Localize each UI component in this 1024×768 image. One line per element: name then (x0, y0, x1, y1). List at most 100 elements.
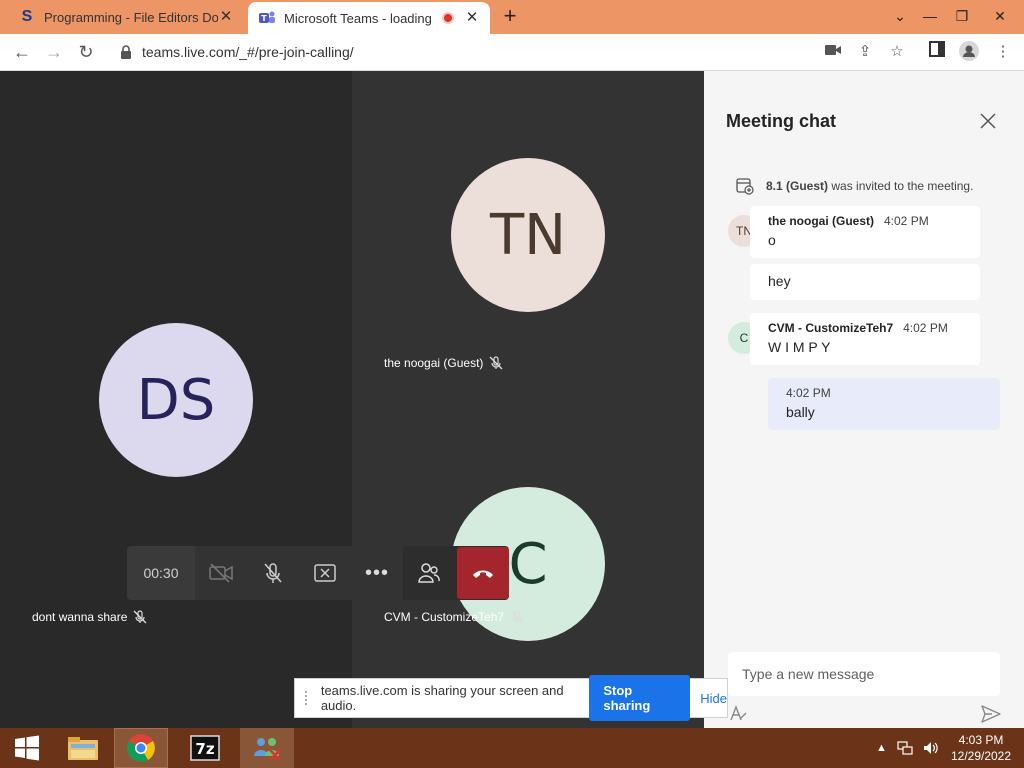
participant-name: dont wanna share (32, 610, 147, 624)
message-text: bally (786, 404, 815, 420)
chrome-button[interactable] (114, 728, 168, 768)
mic-off-icon (510, 610, 524, 624)
network-app-button[interactable] (240, 728, 294, 768)
svg-text:7z: 7z (195, 740, 214, 758)
7zip-icon: 7z (190, 735, 220, 761)
network-people-icon (254, 738, 281, 761)
participants-button[interactable] (403, 546, 455, 600)
format-icon[interactable] (728, 703, 748, 723)
lock-icon (121, 45, 131, 59)
message-input[interactable]: Type a new message (728, 652, 1000, 696)
share-screen-button[interactable] (299, 546, 351, 600)
message-time: 4:02 PM (786, 386, 831, 400)
message-meta: CVM - CustomizeTeh7 4:02 PM (768, 321, 962, 335)
message-text: o (768, 232, 776, 248)
chat-title: Meeting chat (726, 111, 837, 131)
reload-button[interactable]: ↻ (74, 40, 98, 64)
stop-sharing-button[interactable]: Stop sharing (589, 675, 691, 721)
message-time: 4:02 PM (903, 321, 948, 335)
mic-off-icon (264, 563, 282, 583)
chat-message: CVM - CustomizeTeh7 4:02 PM W I M P Y (750, 313, 980, 365)
participant-tile: DS dont wanna share (0, 71, 352, 728)
site-favicon-s: S (21, 8, 33, 25)
browser-toolbar: ← → ↻ teams.live.com/_#/pre-join-calling… (0, 34, 1024, 71)
participant-name: CVM - CustomizeTeh7 (384, 610, 524, 624)
phone-hangup-icon (473, 570, 493, 578)
windows-logo-icon (15, 735, 39, 761)
calendar-add-icon (736, 178, 754, 195)
7zip-button[interactable]: 7z (178, 728, 232, 768)
drag-handle[interactable] (305, 691, 309, 705)
tab-microsoft-teams[interactable]: T Microsoft Teams - loading ✕ (248, 2, 490, 34)
taskbar-clock[interactable]: 4:03 PM 12/29/2022 (944, 732, 1018, 764)
volume-icon[interactable] (923, 741, 939, 755)
message-sender: the noogai (Guest) (768, 214, 874, 228)
chat-message: the noogai (Guest) 4:02 PM o (750, 206, 980, 258)
avatar: TN (451, 158, 605, 312)
meeting-chat-panel: Meeting chat 8.1 (Guest) was invited to … (704, 71, 1024, 728)
close-icon[interactable]: ✕ (464, 10, 480, 26)
more-icon: ••• (364, 561, 389, 584)
system-message: 8.1 (Guest) was invited to the meeting. (736, 177, 973, 195)
browser-tab-strip: S Programming - File Editors Dow ✕ T Mic… (0, 0, 1024, 34)
participant-tile: TN the noogai (Guest) (352, 71, 704, 399)
message-text: hey (768, 273, 791, 289)
camera-icon[interactable] (822, 41, 844, 63)
system-tray: ▲ (876, 728, 939, 768)
share-icon[interactable]: ⇪ (854, 41, 876, 63)
camera-toggle-button[interactable] (195, 546, 247, 600)
camera-off-icon (209, 563, 233, 583)
clock-date: 12/29/2022 (950, 749, 1012, 763)
mic-off-icon (489, 356, 503, 370)
invited-user: 8.1 (Guest) (766, 179, 829, 193)
svg-text:T: T (261, 14, 267, 23)
address-bar[interactable]: teams.live.com/_#/pre-join-calling/ (110, 38, 840, 66)
start-button[interactable] (0, 728, 54, 768)
star-icon[interactable]: ☆ (886, 41, 908, 63)
kebab-menu-icon[interactable]: ⋮ (992, 41, 1014, 63)
meeting-stage: DS dont wanna share TN the noogai (Guest… (0, 71, 704, 728)
message-text: W I M P Y (768, 339, 831, 355)
close-icon[interactable]: ✕ (218, 9, 234, 25)
chevron-down-icon[interactable]: ⌄ (884, 0, 916, 32)
file-explorer-button[interactable] (56, 728, 110, 768)
mic-toggle-button[interactable] (247, 546, 299, 600)
window-close-button[interactable]: ✕ (984, 0, 1016, 32)
more-options-button[interactable]: ••• (351, 546, 403, 600)
my-chat-message: 4:02 PM bally (768, 378, 1000, 430)
folder-icon (68, 737, 98, 760)
teams-icon: T (258, 9, 276, 27)
participant-name: the noogai (Guest) (384, 356, 503, 370)
tab-title: Programming - File Editors Dow (44, 9, 218, 25)
people-icon (418, 563, 440, 583)
profile-icon[interactable] (958, 41, 980, 63)
screen-share-notification: teams.live.com is sharing your screen an… (294, 675, 728, 721)
close-icon[interactable] (976, 109, 1000, 133)
recording-icon (442, 12, 454, 24)
tray-expand-icon[interactable]: ▲ (876, 742, 887, 754)
tab-programming[interactable]: S Programming - File Editors Dow ✕ (8, 0, 244, 34)
system-text: was invited to the meeting. (831, 179, 974, 193)
message-meta: the noogai (Guest) 4:02 PM (768, 214, 962, 228)
url-text: teams.live.com/_#/pre-join-calling/ (142, 44, 354, 60)
clock-time: 4:03 PM (958, 733, 1004, 747)
side-panel-icon[interactable] (926, 41, 948, 63)
restore-button[interactable]: ❐ (946, 0, 978, 32)
mic-off-icon (133, 610, 147, 624)
message-sender: CVM - CustomizeTeh7 (768, 321, 894, 335)
new-tab-button[interactable]: + (498, 5, 522, 29)
minimize-button[interactable]: — (914, 0, 946, 32)
windows-taskbar: 7z ▲ 4:03 PM 12/29/2022 (0, 728, 1024, 768)
share-status-text: teams.live.com is sharing your screen an… (320, 683, 564, 713)
send-icon[interactable] (980, 703, 1002, 725)
hang-up-button[interactable] (457, 547, 509, 599)
hide-button[interactable]: Hide (700, 691, 727, 706)
network-icon[interactable] (897, 741, 913, 755)
call-controls: 00:30 ••• (127, 546, 509, 600)
avatar: DS (99, 323, 253, 477)
back-button[interactable]: ← (10, 40, 34, 64)
chrome-icon (127, 734, 155, 762)
forward-button[interactable]: → (42, 40, 66, 64)
chat-message: hey (750, 264, 980, 300)
call-timer: 00:30 (127, 546, 195, 600)
